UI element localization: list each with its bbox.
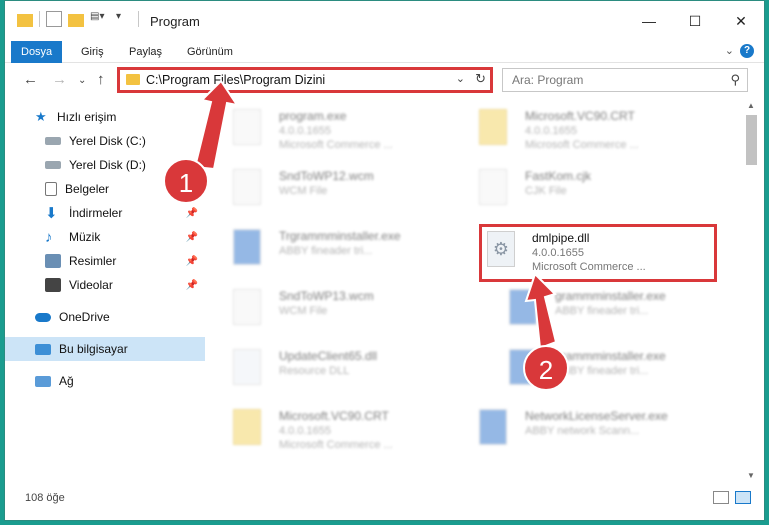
cloud-icon <box>35 312 51 322</box>
close-button[interactable]: ✕ <box>718 1 764 41</box>
sidebar-item-pictures[interactable]: Resimler 📌 <box>5 249 205 273</box>
recent-dropdown-icon[interactable]: ⌄ <box>78 75 86 86</box>
explorer-window: ▤▾ ▾ Program — ☐ ✕ Dosya Giriş Paylaş Gö… <box>4 0 765 521</box>
ribbon-expand-icon[interactable]: ⌄ <box>725 44 734 57</box>
forward-button[interactable]: → <box>52 71 67 88</box>
address-highlight <box>117 67 493 93</box>
tab-gorunum[interactable]: Görünüm <box>177 41 243 63</box>
list-item[interactable]: SndToWP12.wcm WCM File <box>211 161 461 221</box>
quick-access-toolbar: ▤▾ ▾ <box>17 11 139 27</box>
step-badge-1: 1 <box>163 158 209 204</box>
minimize-button[interactable]: — <box>626 1 672 41</box>
help-icon[interactable]: ? <box>740 44 754 58</box>
list-item[interactable]: FastKom.cjk CJK File <box>457 161 707 221</box>
sidebar-item-network[interactable]: Ağ <box>5 369 205 393</box>
qa-dropdown-icon[interactable]: ▾ <box>116 11 132 27</box>
computer-icon <box>35 343 51 355</box>
music-note-icon: ♪ <box>45 228 53 246</box>
pin-icon[interactable]: 📌 <box>186 256 198 267</box>
file-icon <box>479 169 507 205</box>
sidebar-item-videos[interactable]: Videolar 📌 <box>5 273 205 297</box>
scroll-thumb[interactable] <box>746 115 757 165</box>
ribbon-tabs: Dosya Giriş Paylaş Görünüm ⌄ ? <box>5 41 764 63</box>
download-arrow-icon: ⬇ <box>45 205 58 222</box>
drive-icon <box>45 161 61 169</box>
folder-icon <box>233 409 261 445</box>
step-badge-2: 2 <box>523 345 569 391</box>
properties-icon[interactable] <box>46 11 62 27</box>
film-icon <box>45 278 61 292</box>
file-icon <box>233 289 261 325</box>
navigation-bar: ← → ⌄ ↑ C:\Program Files\Program Dizini … <box>5 63 764 97</box>
list-item[interactable]: Microsoft.VC90.CRT 4.0.0.1655 Microsoft … <box>211 401 461 461</box>
star-icon: ★ <box>35 109 47 124</box>
document-icon <box>45 182 57 196</box>
exe-file-icon <box>233 109 261 145</box>
customize-toolbar-icon[interactable]: ▤▾ <box>90 11 110 27</box>
drive-icon <box>45 137 61 145</box>
pin-icon[interactable]: 📌 <box>186 232 198 243</box>
search-icon[interactable]: ⚲ <box>730 72 740 88</box>
sidebar-item-onedrive[interactable]: OneDrive <box>5 305 205 329</box>
installer-icon <box>479 409 507 445</box>
window-title: Program <box>150 14 200 29</box>
search-input[interactable]: Ara: Program <box>512 73 583 87</box>
list-item[interactable]: program.exe 4.0.0.1655 Microsoft Commerc… <box>211 101 461 161</box>
scroll-up-icon[interactable]: ▲ <box>747 101 755 110</box>
navigation-pane: ★ Hızlı erişim Yerel Disk (C:) Yerel Dis… <box>5 101 205 481</box>
file-icon <box>233 169 261 205</box>
sidebar-item-disk-c[interactable]: Yerel Disk (C:) <box>5 129 205 153</box>
title-bar: ▤▾ ▾ Program — ☐ ✕ <box>5 1 764 41</box>
details-view-icon[interactable] <box>713 491 729 504</box>
file-highlight <box>479 224 717 282</box>
installer-icon <box>233 229 261 265</box>
list-item[interactable]: UpdateClient65.dll Resource DLL <box>211 341 461 401</box>
search-box[interactable]: Ara: Program ⚲ <box>502 68 748 92</box>
list-item[interactable]: SndToWP13.wcm WCM File <box>211 281 461 341</box>
list-item[interactable]: Microsoft.VC90.CRT 4.0.0.1655 Microsoft … <box>457 101 707 161</box>
folder-icon <box>17 13 33 27</box>
sidebar-item-music[interactable]: ♪ Müzik 📌 <box>5 225 205 249</box>
network-icon <box>35 375 51 387</box>
file-list: program.exe 4.0.0.1655 Microsoft Commerc… <box>211 97 741 481</box>
tab-dosya[interactable]: Dosya <box>11 41 63 63</box>
vertical-scrollbar[interactable]: ▲ ▼ <box>743 101 760 481</box>
tab-paylas[interactable]: Paylaş <box>119 41 172 63</box>
list-item[interactable]: Trgrammminstaller.exe ABBY fineader tri.… <box>211 221 461 281</box>
sidebar-item-quick-access[interactable]: ★ Hızlı erişim <box>5 105 205 129</box>
list-item[interactable]: NetworkLicenseServer.exe ABBY network Sc… <box>457 401 707 461</box>
large-icons-view-icon[interactable] <box>735 491 751 504</box>
list-item[interactable]: grammminstaller.exe ABBY fineader tri... <box>487 281 737 341</box>
folder-icon <box>479 109 507 145</box>
picture-icon <box>45 254 61 268</box>
installer-icon <box>509 289 537 325</box>
sidebar-item-this-pc[interactable]: Bu bilgisayar <box>5 337 205 361</box>
status-bar: 108 öğe <box>5 487 764 509</box>
item-count: 108 öğe <box>25 492 65 504</box>
back-button[interactable]: ← <box>23 71 38 88</box>
up-button[interactable]: ↑ <box>97 71 105 88</box>
dll-gear-icon <box>233 349 261 385</box>
pin-icon[interactable]: 📌 <box>186 208 198 219</box>
new-folder-icon[interactable] <box>68 13 84 27</box>
pin-icon[interactable]: 📌 <box>186 280 198 291</box>
sidebar-item-downloads[interactable]: ⬇ İndirmeler 📌 <box>5 201 205 225</box>
tab-giris[interactable]: Giriş <box>71 41 114 63</box>
scroll-down-icon[interactable]: ▼ <box>747 471 755 480</box>
maximize-button[interactable]: ☐ <box>672 1 718 41</box>
